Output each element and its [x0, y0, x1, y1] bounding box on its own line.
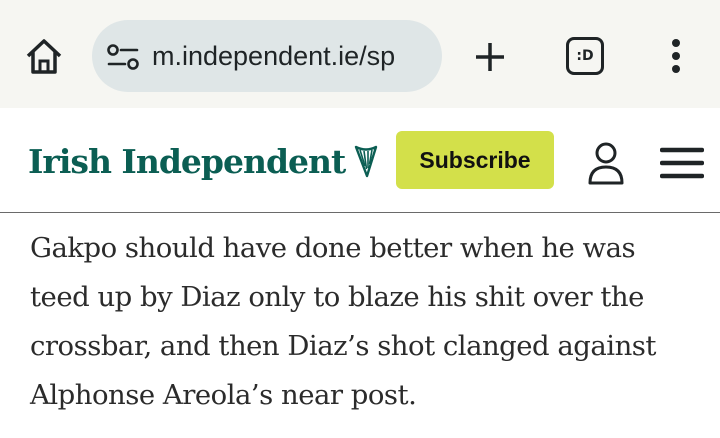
- subscribe-button[interactable]: Subscribe: [396, 131, 554, 189]
- account-button[interactable]: [586, 140, 626, 186]
- home-icon: [26, 39, 62, 74]
- plus-icon: [476, 43, 504, 71]
- article-line: Gakpo should have done better when he wa…: [30, 232, 636, 264]
- site-menu-button[interactable]: [659, 146, 705, 180]
- home-button[interactable]: [22, 36, 66, 76]
- browser-menu-button[interactable]: [664, 38, 688, 74]
- article-paragraph: Gakpo should have done better when he wa…: [30, 224, 700, 420]
- site-settings-icon[interactable]: [106, 44, 140, 70]
- article-line: teed up by Diaz only to blaze his shit o…: [30, 281, 644, 313]
- browser-toolbar: m.independent.ie/sp :D: [0, 0, 720, 108]
- site-header: Irish Independent Subscribe: [0, 108, 720, 213]
- address-bar[interactable]: m.independent.ie/sp: [92, 20, 442, 92]
- logo-text: Irish Independent: [28, 141, 346, 181]
- site-logo[interactable]: Irish Independent: [28, 138, 379, 184]
- tab-switcher-button[interactable]: :D: [566, 37, 604, 75]
- new-tab-button[interactable]: [470, 38, 510, 76]
- url-text[interactable]: m.independent.ie/sp: [152, 20, 432, 92]
- hamburger-menu-icon: [659, 147, 705, 179]
- more-vert-icon: [672, 39, 680, 73]
- tabs-icon: :D: [566, 37, 604, 75]
- account-icon: [588, 142, 624, 185]
- harp-icon: [355, 145, 378, 178]
- article-line: Alphonse Areola’s near post.: [30, 379, 417, 411]
- article-line: crossbar, and then Diaz’s shot clanged a…: [30, 330, 656, 362]
